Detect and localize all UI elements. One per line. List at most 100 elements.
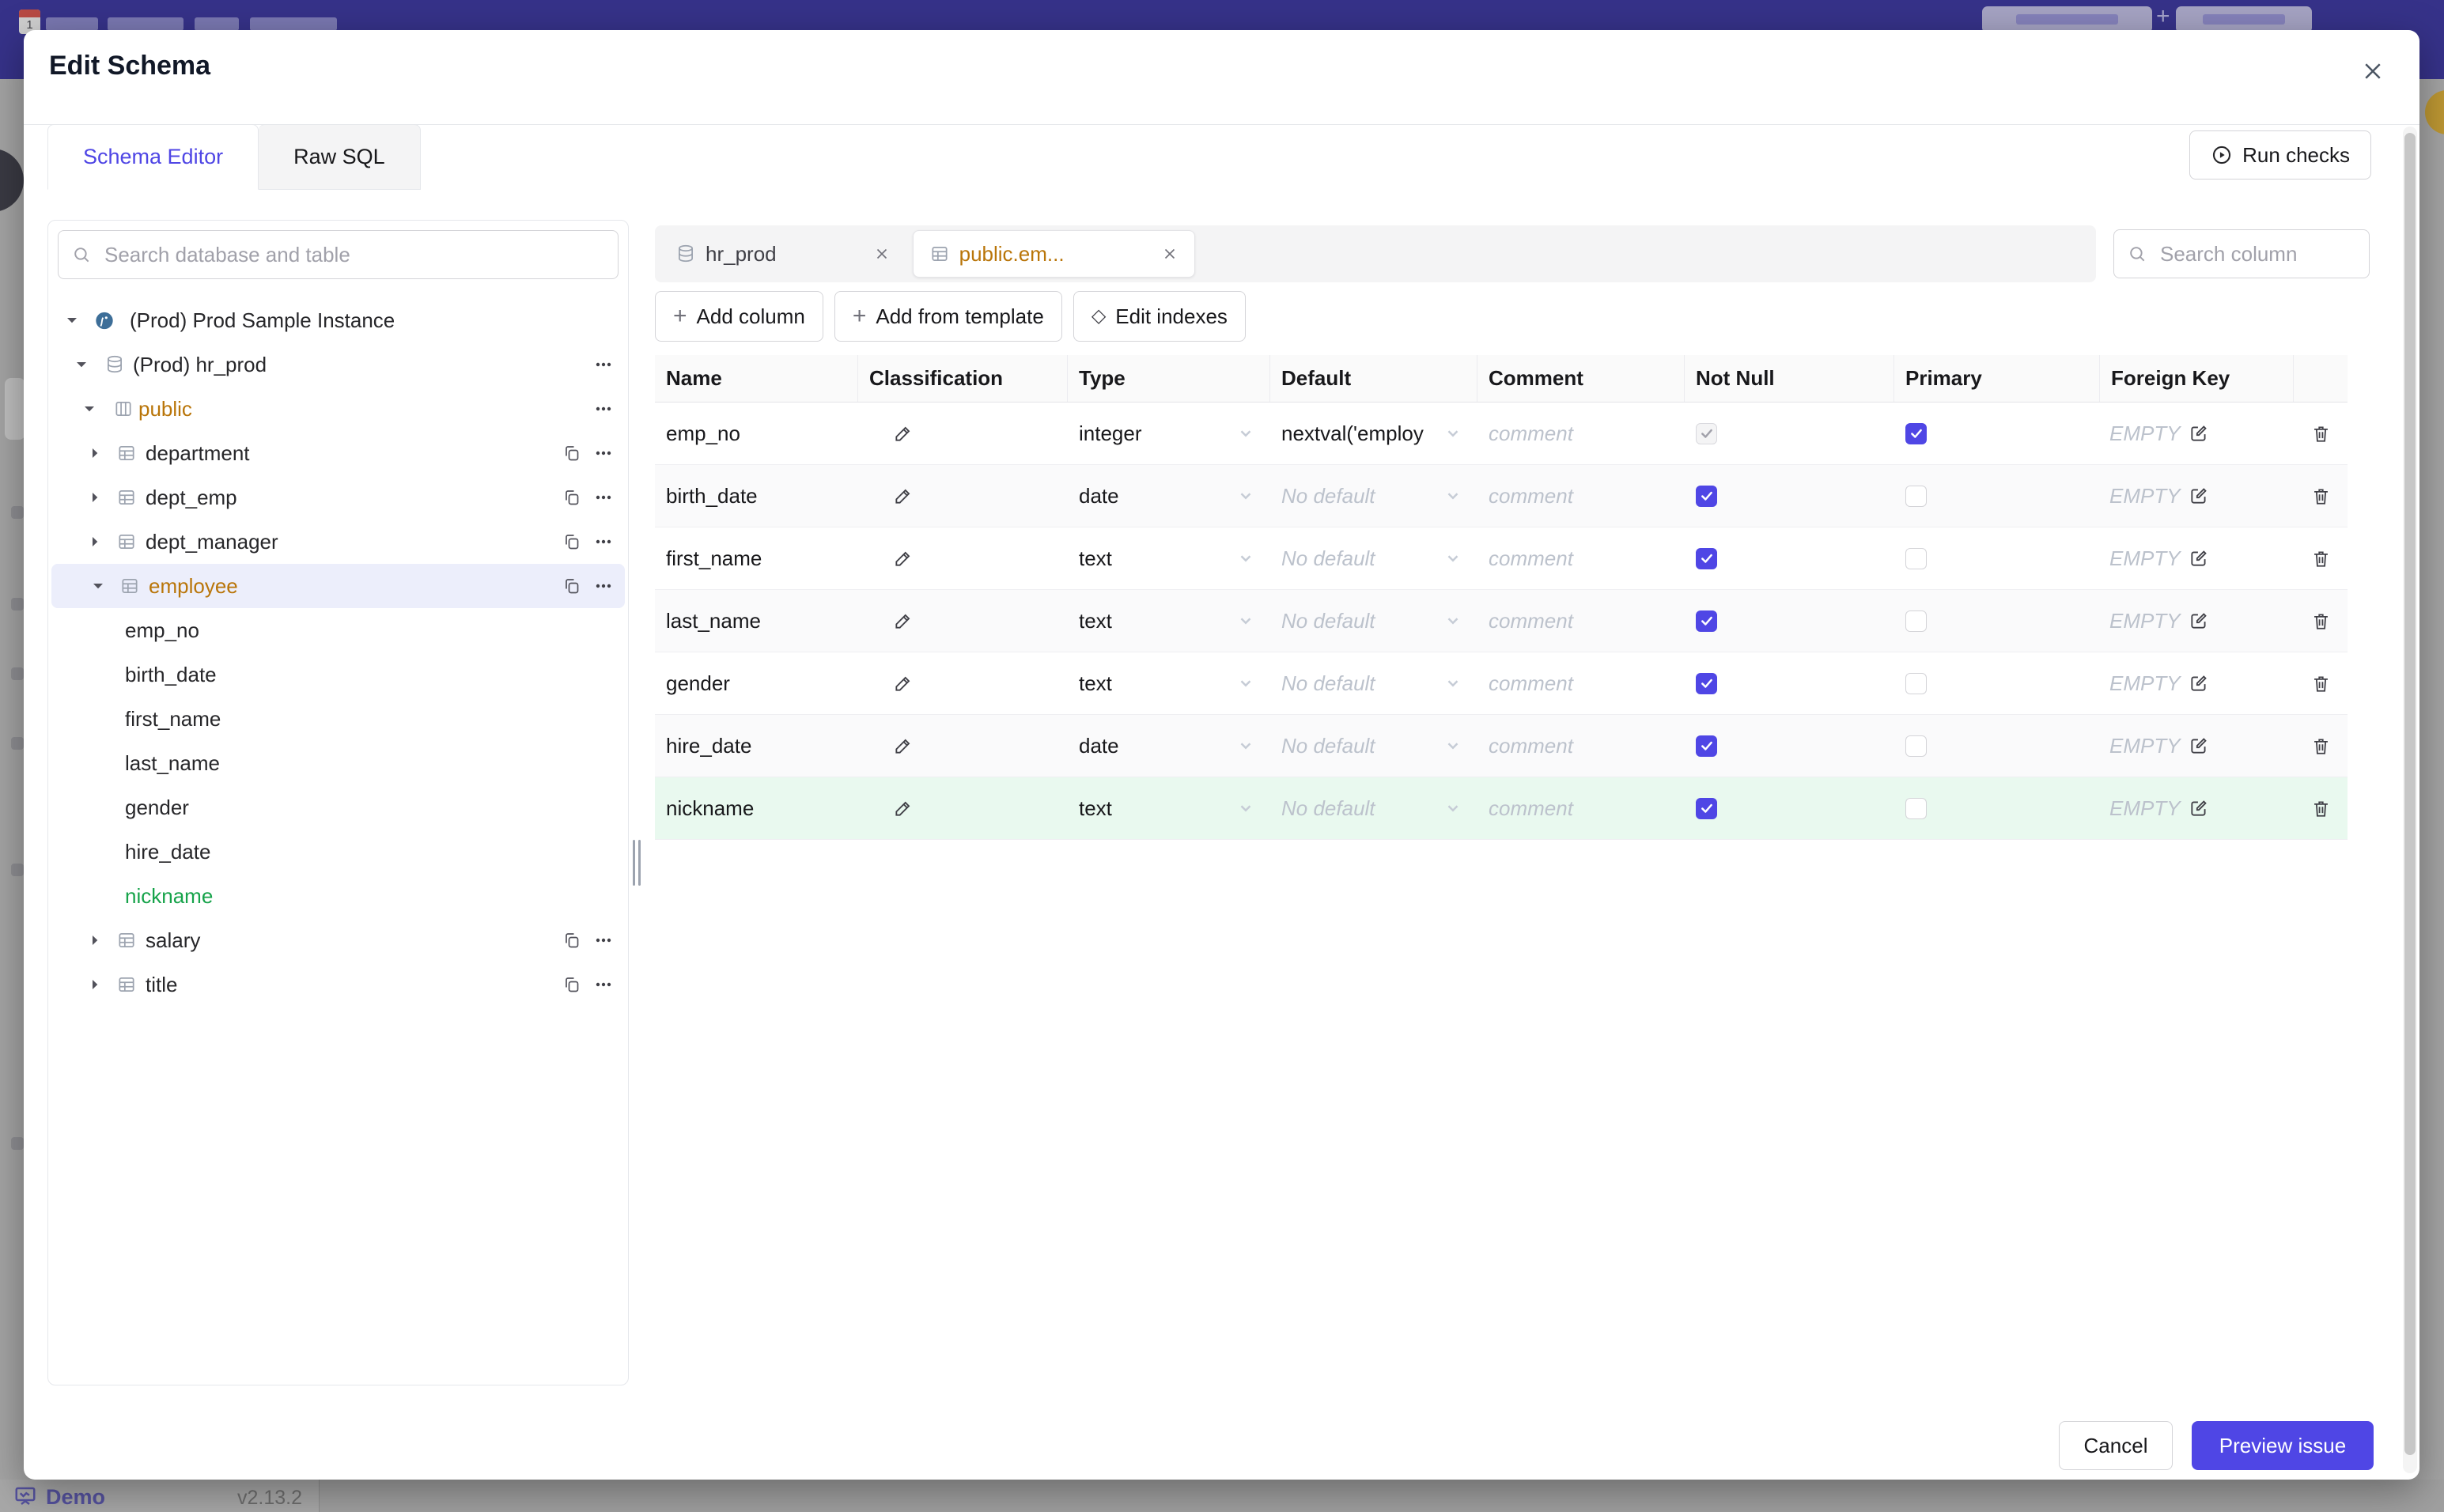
tree-item-nickname[interactable]: nickname xyxy=(48,874,628,918)
caret-icon[interactable] xyxy=(86,533,104,550)
caret-icon[interactable] xyxy=(63,312,81,329)
close-tab-icon[interactable] xyxy=(873,245,891,263)
type-select[interactable]: integer xyxy=(1068,403,1270,464)
not-null-checkbox[interactable] xyxy=(1696,422,1717,444)
tree-item--prod-prod-sample-instance[interactable]: (Prod) Prod Sample Instance xyxy=(48,298,628,342)
column-name[interactable]: first_name xyxy=(655,527,858,589)
primary-checkbox[interactable] xyxy=(1905,610,1927,632)
cancel-button[interactable]: Cancel xyxy=(2059,1421,2173,1470)
trash-icon[interactable] xyxy=(2310,735,2332,757)
pencil-icon[interactable] xyxy=(893,423,914,444)
primary-checkbox[interactable] xyxy=(1905,672,1927,694)
column-name[interactable]: gender xyxy=(655,652,858,714)
default-select[interactable]: No default xyxy=(1270,590,1477,652)
pencil-icon[interactable] xyxy=(893,798,914,818)
tab-schema-editor[interactable]: Schema Editor xyxy=(47,124,259,190)
more-menu-icon[interactable] xyxy=(593,443,614,463)
trash-icon[interactable] xyxy=(2310,423,2332,444)
type-select[interactable]: text xyxy=(1068,652,1270,714)
tree-item-salary[interactable]: salary xyxy=(48,918,628,962)
pencil-icon[interactable] xyxy=(893,486,914,506)
run-checks-button[interactable]: Run checks xyxy=(2189,130,2371,180)
comment-input[interactable]: comment xyxy=(1477,465,1685,527)
panel-resize-handle[interactable] xyxy=(633,840,642,886)
copy-icon[interactable] xyxy=(562,576,582,596)
comment-input[interactable]: comment xyxy=(1477,590,1685,652)
add-column-button[interactable]: + Add column xyxy=(655,291,823,342)
more-menu-icon[interactable] xyxy=(593,930,614,951)
not-null-checkbox[interactable] xyxy=(1696,610,1717,632)
default-select[interactable]: No default xyxy=(1270,465,1477,527)
comment-input[interactable]: comment xyxy=(1477,715,1685,777)
more-menu-icon[interactable] xyxy=(593,354,614,375)
tree-item-department[interactable]: department xyxy=(48,431,628,475)
primary-checkbox[interactable] xyxy=(1905,797,1927,819)
caret-icon[interactable] xyxy=(73,356,90,373)
tree-search-input[interactable] xyxy=(59,231,618,278)
editor-tab-public-em-[interactable]: public.em... xyxy=(912,230,1195,278)
edit-foreign-key-icon[interactable] xyxy=(2189,548,2209,569)
editor-tab-hr_prod[interactable]: hr_prod xyxy=(660,230,906,278)
not-null-checkbox[interactable] xyxy=(1696,735,1717,757)
column-name[interactable]: birth_date xyxy=(655,465,858,527)
tree-item-emp_no[interactable]: emp_no xyxy=(48,608,628,652)
tree-item-title[interactable]: title xyxy=(48,962,628,1007)
caret-icon[interactable] xyxy=(86,932,104,949)
pencil-icon[interactable] xyxy=(893,735,914,756)
add-from-template-button[interactable]: + Add from template xyxy=(834,291,1062,342)
copy-icon[interactable] xyxy=(562,974,582,995)
caret-icon[interactable] xyxy=(86,976,104,993)
default-select[interactable]: No default xyxy=(1270,652,1477,714)
column-name[interactable]: last_name xyxy=(655,590,858,652)
preview-issue-button[interactable]: Preview issue xyxy=(2192,1421,2374,1470)
primary-checkbox[interactable] xyxy=(1905,485,1927,507)
copy-icon[interactable] xyxy=(562,487,582,508)
pencil-icon[interactable] xyxy=(893,610,914,631)
more-menu-icon[interactable] xyxy=(593,487,614,508)
edit-foreign-key-icon[interactable] xyxy=(2189,798,2209,818)
comment-input[interactable]: comment xyxy=(1477,652,1685,714)
pencil-icon[interactable] xyxy=(893,673,914,694)
caret-icon[interactable] xyxy=(81,400,98,418)
trash-icon[interactable] xyxy=(2310,548,2332,569)
type-select[interactable]: text xyxy=(1068,777,1270,839)
edit-foreign-key-icon[interactable] xyxy=(2189,673,2209,694)
caret-icon[interactable] xyxy=(86,489,104,506)
column-name[interactable]: hire_date xyxy=(655,715,858,777)
comment-input[interactable]: comment xyxy=(1477,777,1685,839)
close-tab-icon[interactable] xyxy=(1161,245,1178,263)
more-menu-icon[interactable] xyxy=(593,576,614,596)
more-menu-icon[interactable] xyxy=(593,531,614,552)
not-null-checkbox[interactable] xyxy=(1696,672,1717,694)
tree-item-dept_emp[interactable]: dept_emp xyxy=(48,475,628,520)
tree-item-birth_date[interactable]: birth_date xyxy=(48,652,628,697)
trash-icon[interactable] xyxy=(2310,486,2332,507)
demo-link[interactable]: Demo xyxy=(46,1485,105,1510)
more-menu-icon[interactable] xyxy=(593,399,614,419)
trash-icon[interactable] xyxy=(2310,610,2332,632)
tree-item-hire_date[interactable]: hire_date xyxy=(48,830,628,874)
edit-foreign-key-icon[interactable] xyxy=(2189,610,2209,631)
default-select[interactable]: No default xyxy=(1270,777,1477,839)
copy-icon[interactable] xyxy=(562,531,582,552)
tree-item--prod-hr_prod[interactable]: (Prod) hr_prod xyxy=(48,342,628,387)
tree-item-last_name[interactable]: last_name xyxy=(48,741,628,785)
default-select[interactable]: No default xyxy=(1270,715,1477,777)
caret-icon[interactable] xyxy=(86,444,104,462)
primary-checkbox[interactable] xyxy=(1905,735,1927,757)
column-name[interactable]: emp_no xyxy=(655,403,858,464)
pencil-icon[interactable] xyxy=(893,548,914,569)
type-select[interactable]: date xyxy=(1068,715,1270,777)
tree-item-gender[interactable]: gender xyxy=(48,785,628,830)
comment-input[interactable]: comment xyxy=(1477,527,1685,589)
tree-item-employee[interactable]: employee xyxy=(51,564,625,608)
column-name[interactable]: nickname xyxy=(655,777,858,839)
default-select[interactable]: No default xyxy=(1270,527,1477,589)
edit-foreign-key-icon[interactable] xyxy=(2189,423,2209,444)
type-select[interactable]: text xyxy=(1068,527,1270,589)
edit-foreign-key-icon[interactable] xyxy=(2189,735,2209,756)
tree-item-first_name[interactable]: first_name xyxy=(48,697,628,741)
type-select[interactable]: text xyxy=(1068,590,1270,652)
copy-icon[interactable] xyxy=(562,443,582,463)
not-null-checkbox[interactable] xyxy=(1696,797,1717,819)
